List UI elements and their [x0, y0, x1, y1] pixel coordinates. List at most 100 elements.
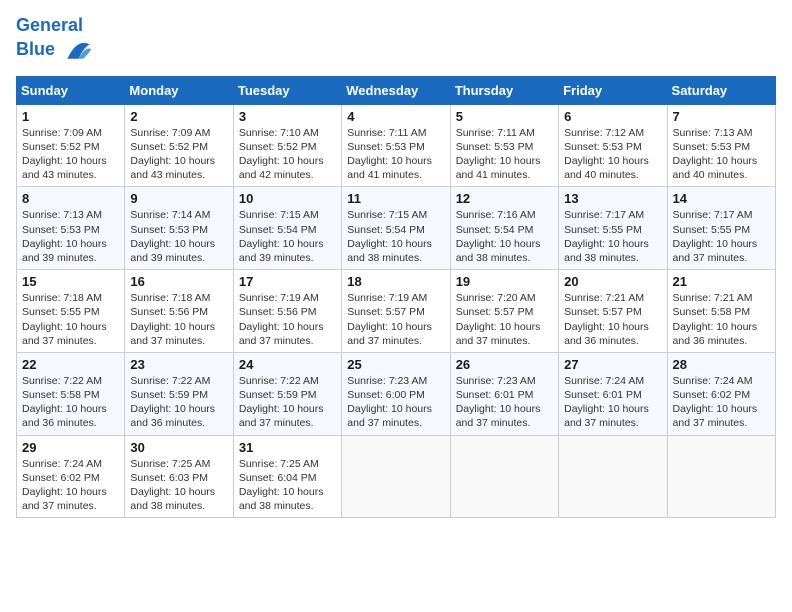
day-info: Sunrise: 7:25 AM Sunset: 6:04 PM Dayligh…	[239, 457, 336, 514]
col-header-saturday: Saturday	[667, 76, 775, 104]
calendar-cell: 2 Sunrise: 7:09 AM Sunset: 5:52 PM Dayli…	[125, 104, 233, 187]
calendar-cell: 9 Sunrise: 7:14 AM Sunset: 5:53 PM Dayli…	[125, 187, 233, 270]
calendar-cell: 13 Sunrise: 7:17 AM Sunset: 5:55 PM Dayl…	[559, 187, 667, 270]
day-info: Sunrise: 7:22 AM Sunset: 5:59 PM Dayligh…	[130, 374, 227, 431]
day-number: 18	[347, 274, 444, 289]
day-info: Sunrise: 7:24 AM Sunset: 6:01 PM Dayligh…	[564, 374, 661, 431]
calendar-cell: 10 Sunrise: 7:15 AM Sunset: 5:54 PM Dayl…	[233, 187, 341, 270]
calendar-cell: 14 Sunrise: 7:17 AM Sunset: 5:55 PM Dayl…	[667, 187, 775, 270]
day-info: Sunrise: 7:20 AM Sunset: 5:57 PM Dayligh…	[456, 291, 553, 348]
logo-icon	[61, 36, 93, 64]
day-number: 17	[239, 274, 336, 289]
calendar-cell: 26 Sunrise: 7:23 AM Sunset: 6:01 PM Dayl…	[450, 352, 558, 435]
day-info: Sunrise: 7:17 AM Sunset: 5:55 PM Dayligh…	[564, 208, 661, 265]
day-number: 16	[130, 274, 227, 289]
day-number: 14	[673, 191, 770, 206]
day-number: 19	[456, 274, 553, 289]
day-number: 2	[130, 109, 227, 124]
calendar-header-row: SundayMondayTuesdayWednesdayThursdayFrid…	[17, 76, 776, 104]
calendar-cell: 31 Sunrise: 7:25 AM Sunset: 6:04 PM Dayl…	[233, 435, 341, 518]
day-info: Sunrise: 7:15 AM Sunset: 5:54 PM Dayligh…	[347, 208, 444, 265]
logo-text-blue: Blue	[16, 40, 55, 60]
calendar-cell: 15 Sunrise: 7:18 AM Sunset: 5:55 PM Dayl…	[17, 270, 125, 353]
calendar-cell: 7 Sunrise: 7:13 AM Sunset: 5:53 PM Dayli…	[667, 104, 775, 187]
day-info: Sunrise: 7:11 AM Sunset: 5:53 PM Dayligh…	[456, 126, 553, 183]
calendar-cell	[450, 435, 558, 518]
calendar-week-2: 8 Sunrise: 7:13 AM Sunset: 5:53 PM Dayli…	[17, 187, 776, 270]
logo-text: General	[16, 16, 93, 36]
day-number: 30	[130, 440, 227, 455]
day-info: Sunrise: 7:19 AM Sunset: 5:57 PM Dayligh…	[347, 291, 444, 348]
logo: General Blue	[16, 16, 93, 64]
day-info: Sunrise: 7:24 AM Sunset: 6:02 PM Dayligh…	[22, 457, 119, 514]
col-header-sunday: Sunday	[17, 76, 125, 104]
day-number: 8	[22, 191, 119, 206]
calendar-cell: 18 Sunrise: 7:19 AM Sunset: 5:57 PM Dayl…	[342, 270, 450, 353]
day-info: Sunrise: 7:23 AM Sunset: 6:00 PM Dayligh…	[347, 374, 444, 431]
day-number: 15	[22, 274, 119, 289]
calendar-cell: 11 Sunrise: 7:15 AM Sunset: 5:54 PM Dayl…	[342, 187, 450, 270]
calendar-cell: 29 Sunrise: 7:24 AM Sunset: 6:02 PM Dayl…	[17, 435, 125, 518]
calendar-cell: 30 Sunrise: 7:25 AM Sunset: 6:03 PM Dayl…	[125, 435, 233, 518]
day-number: 31	[239, 440, 336, 455]
day-info: Sunrise: 7:12 AM Sunset: 5:53 PM Dayligh…	[564, 126, 661, 183]
calendar-week-4: 22 Sunrise: 7:22 AM Sunset: 5:58 PM Dayl…	[17, 352, 776, 435]
day-number: 9	[130, 191, 227, 206]
day-number: 21	[673, 274, 770, 289]
day-number: 29	[22, 440, 119, 455]
day-number: 26	[456, 357, 553, 372]
day-info: Sunrise: 7:10 AM Sunset: 5:52 PM Dayligh…	[239, 126, 336, 183]
day-info: Sunrise: 7:22 AM Sunset: 5:59 PM Dayligh…	[239, 374, 336, 431]
calendar-cell	[559, 435, 667, 518]
calendar-cell: 4 Sunrise: 7:11 AM Sunset: 5:53 PM Dayli…	[342, 104, 450, 187]
day-info: Sunrise: 7:11 AM Sunset: 5:53 PM Dayligh…	[347, 126, 444, 183]
day-info: Sunrise: 7:13 AM Sunset: 5:53 PM Dayligh…	[22, 208, 119, 265]
day-info: Sunrise: 7:18 AM Sunset: 5:56 PM Dayligh…	[130, 291, 227, 348]
calendar-cell: 12 Sunrise: 7:16 AM Sunset: 5:54 PM Dayl…	[450, 187, 558, 270]
col-header-tuesday: Tuesday	[233, 76, 341, 104]
calendar-cell: 17 Sunrise: 7:19 AM Sunset: 5:56 PM Dayl…	[233, 270, 341, 353]
calendar-cell: 6 Sunrise: 7:12 AM Sunset: 5:53 PM Dayli…	[559, 104, 667, 187]
day-info: Sunrise: 7:14 AM Sunset: 5:53 PM Dayligh…	[130, 208, 227, 265]
calendar-week-3: 15 Sunrise: 7:18 AM Sunset: 5:55 PM Dayl…	[17, 270, 776, 353]
day-info: Sunrise: 7:24 AM Sunset: 6:02 PM Dayligh…	[673, 374, 770, 431]
calendar-cell: 23 Sunrise: 7:22 AM Sunset: 5:59 PM Dayl…	[125, 352, 233, 435]
day-number: 3	[239, 109, 336, 124]
col-header-friday: Friday	[559, 76, 667, 104]
calendar-cell: 24 Sunrise: 7:22 AM Sunset: 5:59 PM Dayl…	[233, 352, 341, 435]
day-number: 25	[347, 357, 444, 372]
calendar-cell: 20 Sunrise: 7:21 AM Sunset: 5:57 PM Dayl…	[559, 270, 667, 353]
day-info: Sunrise: 7:21 AM Sunset: 5:57 PM Dayligh…	[564, 291, 661, 348]
day-number: 27	[564, 357, 661, 372]
calendar-cell: 28 Sunrise: 7:24 AM Sunset: 6:02 PM Dayl…	[667, 352, 775, 435]
day-number: 5	[456, 109, 553, 124]
day-info: Sunrise: 7:09 AM Sunset: 5:52 PM Dayligh…	[130, 126, 227, 183]
calendar-cell: 1 Sunrise: 7:09 AM Sunset: 5:52 PM Dayli…	[17, 104, 125, 187]
day-info: Sunrise: 7:23 AM Sunset: 6:01 PM Dayligh…	[456, 374, 553, 431]
day-info: Sunrise: 7:22 AM Sunset: 5:58 PM Dayligh…	[22, 374, 119, 431]
day-number: 22	[22, 357, 119, 372]
day-info: Sunrise: 7:16 AM Sunset: 5:54 PM Dayligh…	[456, 208, 553, 265]
col-header-monday: Monday	[125, 76, 233, 104]
day-number: 20	[564, 274, 661, 289]
calendar-cell: 3 Sunrise: 7:10 AM Sunset: 5:52 PM Dayli…	[233, 104, 341, 187]
day-number: 11	[347, 191, 444, 206]
day-number: 10	[239, 191, 336, 206]
calendar-cell: 25 Sunrise: 7:23 AM Sunset: 6:00 PM Dayl…	[342, 352, 450, 435]
day-number: 1	[22, 109, 119, 124]
calendar-cell: 27 Sunrise: 7:24 AM Sunset: 6:01 PM Dayl…	[559, 352, 667, 435]
calendar-cell: 21 Sunrise: 7:21 AM Sunset: 5:58 PM Dayl…	[667, 270, 775, 353]
day-number: 12	[456, 191, 553, 206]
calendar-week-1: 1 Sunrise: 7:09 AM Sunset: 5:52 PM Dayli…	[17, 104, 776, 187]
calendar-cell: 8 Sunrise: 7:13 AM Sunset: 5:53 PM Dayli…	[17, 187, 125, 270]
day-number: 23	[130, 357, 227, 372]
day-info: Sunrise: 7:17 AM Sunset: 5:55 PM Dayligh…	[673, 208, 770, 265]
calendar-cell	[342, 435, 450, 518]
calendar-table: SundayMondayTuesdayWednesdayThursdayFrid…	[16, 76, 776, 518]
col-header-wednesday: Wednesday	[342, 76, 450, 104]
calendar-cell	[667, 435, 775, 518]
page-header: General Blue	[16, 16, 776, 64]
day-number: 7	[673, 109, 770, 124]
day-info: Sunrise: 7:18 AM Sunset: 5:55 PM Dayligh…	[22, 291, 119, 348]
calendar-cell: 19 Sunrise: 7:20 AM Sunset: 5:57 PM Dayl…	[450, 270, 558, 353]
